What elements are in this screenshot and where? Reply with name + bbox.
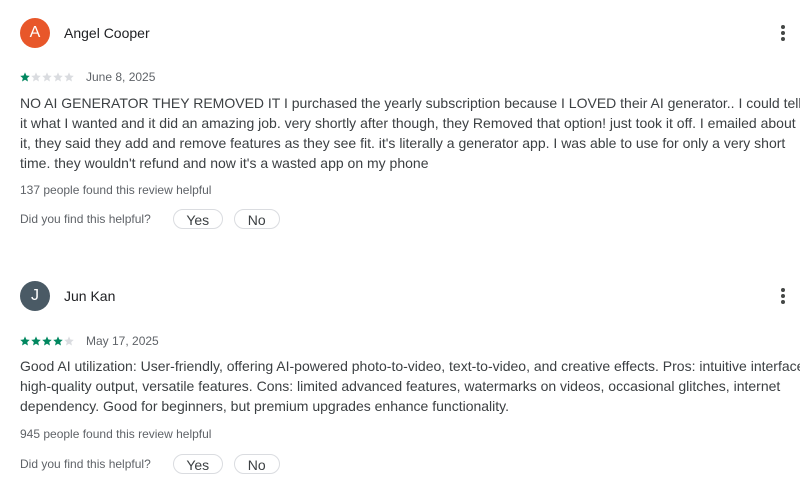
helpful-feedback-row: Did you find this helpful? Yes No [20,453,280,475]
review-text: Good AI utilization: User-friendly, offe… [20,358,800,414]
no-button[interactable]: No [233,209,280,229]
star-rating [20,72,74,82]
review-text: NO AI GENERATOR THEY REMOVED IT I purcha… [20,95,800,171]
star-filled-icon [20,72,30,82]
more-options-button[interactable] [773,286,793,306]
avatar: A [20,18,50,48]
rating-row: June 8, 2025 [20,70,155,84]
star-empty-icon [42,72,52,82]
star-filled-icon [31,336,41,346]
yes-button[interactable]: Yes [172,454,223,474]
helpful-count: 945 people found this review helpful [20,427,212,441]
star-empty-icon [31,72,41,82]
review-date: May 17, 2025 [86,334,159,348]
star-filled-icon [53,336,63,346]
helpful-question: Did you find this helpful? [20,212,151,226]
reviewer-name: Jun Kan [64,288,116,304]
more-vertical-icon [781,25,785,29]
star-empty-icon [64,336,74,346]
reviewer-name: Angel Cooper [64,25,150,41]
more-vertical-icon [781,37,785,41]
helpful-question: Did you find this helpful? [20,457,151,471]
more-vertical-icon [781,288,785,292]
more-vertical-icon [781,31,785,35]
more-options-button[interactable] [773,23,793,43]
star-filled-icon [42,336,52,346]
helpful-count: 137 people found this review helpful [20,183,212,197]
rating-row: May 17, 2025 [20,334,159,348]
star-rating [20,336,74,346]
no-button[interactable]: No [233,454,280,474]
star-empty-icon [64,72,74,82]
more-vertical-icon [781,300,785,304]
more-vertical-icon [781,294,785,298]
helpful-feedback-row: Did you find this helpful? Yes No [20,208,280,230]
yes-button[interactable]: Yes [172,209,223,229]
star-empty-icon [53,72,63,82]
star-filled-icon [20,336,30,346]
review-date: June 8, 2025 [86,70,156,84]
avatar: J [20,281,50,311]
